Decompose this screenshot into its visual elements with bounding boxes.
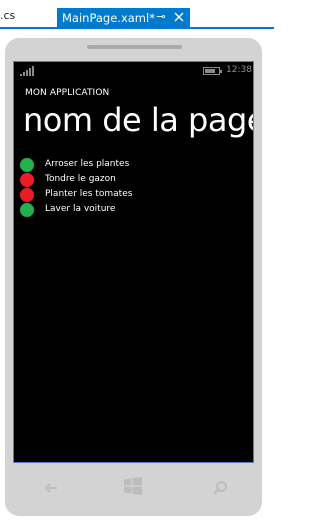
back-arrow-icon[interactable] (43, 480, 59, 496)
task-list: Arroser les plantes Tondre le gazon Plan… (20, 157, 250, 217)
windows-start-icon[interactable] (123, 476, 143, 496)
signal-strength-icon (20, 66, 36, 76)
task-label: Laver la voiture (45, 204, 116, 214)
pin-icon[interactable]: ⊸ (155, 10, 167, 24)
task-status-dot (20, 203, 34, 217)
battery-icon (203, 67, 222, 75)
task-label: Planter les tomates (45, 189, 133, 199)
search-icon[interactable] (212, 480, 228, 496)
task-row[interactable]: Laver la voiture (20, 202, 250, 217)
task-status-dot (20, 173, 34, 187)
task-status-dot (20, 188, 34, 202)
phone-device-frame: 12:38 MON APPLICATION nom de la page Arr… (5, 38, 262, 516)
task-label: Arroser les plantes (45, 159, 130, 169)
task-label: Tondre le gazon (45, 174, 116, 184)
close-icon[interactable] (173, 10, 185, 24)
task-row[interactable]: Planter les tomates (20, 187, 250, 202)
tab-strip-underline (0, 27, 274, 29)
application-title: MON APPLICATION (25, 88, 110, 98)
status-bar: 12:38 (14, 62, 253, 80)
tab-mainpage-xaml[interactable]: MainPage.xaml* ⊸ (57, 8, 190, 29)
hardware-nav-bar (13, 470, 254, 508)
status-time: 12:38 (226, 65, 252, 75)
task-status-dot (20, 158, 34, 172)
task-row[interactable]: Arroser les plantes (20, 157, 250, 172)
tab-cs-file[interactable]: .cs (0, 9, 15, 25)
task-row[interactable]: Tondre le gazon (20, 172, 250, 187)
page-title: nom de la page (23, 101, 254, 139)
phone-speaker (87, 45, 182, 49)
tab-mainpage-xaml-label: MainPage.xaml* (62, 11, 155, 25)
editor-tab-strip: .cs MainPage.xaml* ⊸ (0, 0, 274, 29)
phone-screen: 12:38 MON APPLICATION nom de la page Arr… (13, 61, 254, 463)
